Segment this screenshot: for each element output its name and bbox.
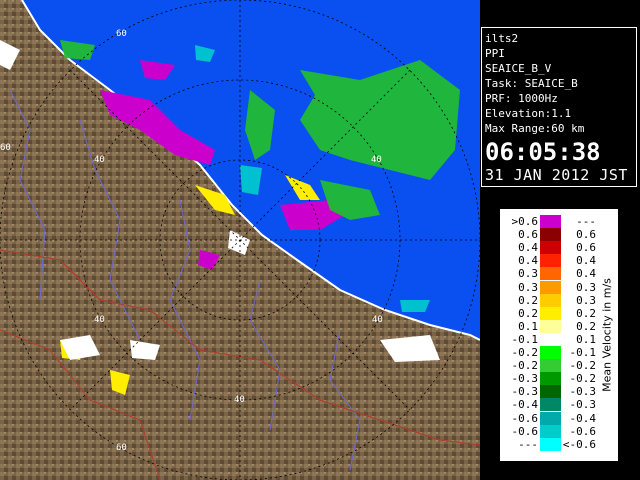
ring-label: 40 <box>372 315 383 325</box>
legend-high-value: --- <box>576 215 596 228</box>
legend-row: >0.6 --- <box>500 215 600 229</box>
legend-unit-label: Mean Velocity in m/s <box>596 217 618 453</box>
legend-high-value: 0.2 <box>576 306 596 320</box>
ring-label: 40 <box>371 155 382 165</box>
legend-color-swatch <box>540 385 561 399</box>
legend-low-value: -0.6 <box>511 424 539 438</box>
ring-label: 40 <box>234 395 245 405</box>
legend-color-swatch <box>540 359 561 373</box>
legend-high-value: -0.3 <box>569 398 597 412</box>
ring-label: 60 <box>116 29 127 39</box>
legend-low-value: 0.3 <box>518 267 538 281</box>
legend-color-swatch <box>540 306 561 320</box>
legend-row: 0.2 0.3 <box>500 293 600 307</box>
velocity-color-legend: >0.6 --- 0.6 0.6 0.4 0.6 0.4 0.4 0.3 0.4 0.3 0.3 0.2… <box>499 208 619 462</box>
legend-row: 0.2 0.2 <box>500 306 600 320</box>
legend-row: 0.3 0.3 <box>500 280 600 294</box>
radar-info-panel: ilts2 PPI SEAICE_B_V Task: SEAICE_B PRF:… <box>481 27 637 187</box>
legend-high-value: 0.1 <box>576 332 596 346</box>
legend-low-value: --- <box>518 437 538 451</box>
legend-row: 0.6 0.6 <box>500 228 600 242</box>
legend-low-value: 0.6 <box>518 228 538 242</box>
legend-high-value: 0.4 <box>576 254 596 268</box>
legend-row: -0.3 -0.3 <box>500 385 600 399</box>
legend-low-value: -0.3 <box>511 385 539 399</box>
legend-low-value: 0.3 <box>518 280 538 294</box>
radar-ppi-map: 60 60 40 40 40 40 40 60 <box>0 0 480 480</box>
legend-color-swatch <box>540 424 561 438</box>
legend-high-value: 0.2 <box>576 319 596 333</box>
legend-high-value: -0.3 <box>569 385 597 399</box>
legend-low-value: -0.1 <box>511 332 539 346</box>
legend-row: -0.6 -0.6 <box>500 424 600 438</box>
legend-color-swatch <box>540 228 561 242</box>
legend-low-value: >0.6 <box>511 215 539 228</box>
legend-high-value: -0.1 <box>569 346 597 359</box>
site-name: ilts2 <box>485 32 519 45</box>
legend-color-swatch <box>540 319 561 333</box>
legend-color-swatch <box>540 241 561 255</box>
legend-high-value: -0.2 <box>569 359 597 373</box>
scan-date: 31 JAN 2012 JST <box>485 166 628 184</box>
legend-high-value: 0.4 <box>576 267 596 281</box>
max-range-value: Max Range:60 km <box>485 122 585 135</box>
legend-low-value: 0.2 <box>518 306 538 320</box>
legend-row: 0.3 0.4 <box>500 267 600 281</box>
legend-high-value: 0.3 <box>576 280 596 294</box>
ring-label: 60 <box>0 143 11 153</box>
legend-row: 0.4 0.6 <box>500 241 600 255</box>
legend-unit-text: Mean Velocity in m/s <box>600 278 614 392</box>
legend-row: -0.3 -0.2 <box>500 372 600 386</box>
legend-row: -0.4 -0.3 <box>500 398 600 412</box>
legend-low-value: -0.3 <box>511 372 539 386</box>
legend-row: --- <-0.6 <box>500 437 600 451</box>
legend-high-value: -0.4 <box>569 411 597 425</box>
legend-high-value: 0.3 <box>576 293 596 307</box>
ring-label: 40 <box>94 315 105 325</box>
legend-row: -0.2 -0.1 <box>500 346 600 360</box>
legend-color-swatch <box>540 215 561 229</box>
legend-high-value: 0.6 <box>576 241 596 255</box>
legend-low-value: -0.2 <box>511 346 539 359</box>
elevation-value: Elevation:1.1 <box>485 107 572 120</box>
legend-low-value: 0.1 <box>518 319 538 333</box>
legend-color-swatch <box>540 280 561 294</box>
product-name: SEAICE_B_V <box>485 62 552 75</box>
legend-row: 0.1 0.2 <box>500 319 600 333</box>
legend-low-value: -0.4 <box>511 398 539 412</box>
legend-low-value: 0.4 <box>518 254 538 268</box>
legend-low-value: -0.6 <box>511 411 539 425</box>
legend-color-swatch <box>540 293 561 307</box>
legend-color-swatch <box>540 372 561 386</box>
legend-row: -0.1 0.1 <box>500 332 600 346</box>
legend-color-swatch <box>540 346 561 360</box>
legend-high-value: -0.2 <box>569 372 597 386</box>
legend-row: -0.6 -0.4 <box>500 411 600 425</box>
legend-color-swatch <box>540 398 561 412</box>
task-name: Task: SEAICE_B <box>485 77 578 90</box>
ring-label: 40 <box>94 155 105 165</box>
legend-high-value: 0.6 <box>576 228 596 242</box>
legend-color-swatch <box>540 267 561 281</box>
legend-low-value: 0.2 <box>518 293 538 307</box>
product-type: PPI <box>485 47 505 60</box>
legend-color-swatch <box>540 254 561 268</box>
legend-high-value: <-0.6 <box>562 437 596 451</box>
legend-high-value: -0.6 <box>569 424 597 438</box>
scan-time: 06:05:38 <box>485 138 601 166</box>
legend-row: 0.4 0.4 <box>500 254 600 268</box>
prf-value: PRF: 1000Hz <box>485 92 558 105</box>
legend-row: -0.2 -0.2 <box>500 359 600 373</box>
ring-label: 60 <box>116 443 127 453</box>
legend-low-value: -0.2 <box>511 359 539 373</box>
legend-color-swatch <box>540 411 561 425</box>
legend-color-swatch <box>540 332 561 346</box>
legend-color-swatch <box>540 437 561 451</box>
legend-low-value: 0.4 <box>518 241 538 255</box>
